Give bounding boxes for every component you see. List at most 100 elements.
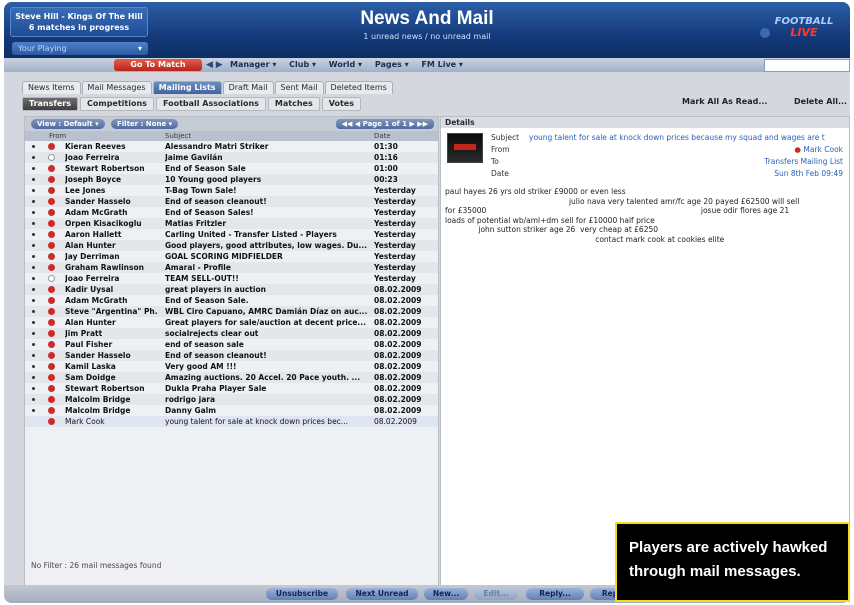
mail-subject: end of season sale [165, 340, 244, 349]
mail-subject: young talent for sale at knock down pric… [165, 417, 348, 426]
tab-mailing-lists[interactable]: Mailing Lists [152, 81, 222, 94]
details-heading: Details [441, 117, 849, 128]
page-navigator[interactable]: ◀◀ ◀ Page 1 of 1 ▶ ▶▶ [335, 119, 434, 129]
playing-dropdown[interactable]: Your Playing ▾ [12, 42, 148, 55]
sender-badge-icon [48, 297, 55, 304]
column-subject[interactable]: Subject [165, 131, 191, 141]
mail-from: Steve "Argentina" Ph... [65, 307, 157, 316]
mail-row[interactable]: Kieran Reeves Alessandro Matri Striker 01:… [25, 141, 438, 152]
tab-mail-messages[interactable]: Mail Messages [81, 81, 152, 94]
mail-row[interactable]: Graham Rawlinson Amaral - Profile Yesterda… [25, 262, 438, 273]
mail-row[interactable]: Kadir Uysal great players in auction 08.02… [25, 284, 438, 295]
tab-news-items[interactable]: News Items [22, 81, 81, 94]
mail-subject: Dukla Praha Player Sale [165, 384, 267, 393]
caption-line-1: Players are actively hawked [629, 539, 828, 556]
mail-row[interactable]: Mark Cook young talent for sale at knock … [25, 416, 438, 427]
sender-badge-icon [48, 143, 55, 150]
mail-row[interactable]: Malcolm Bridge Danny Galm 08.02.2009 [25, 405, 438, 416]
reply-button[interactable]: Reply... [526, 588, 584, 600]
tab-sent-mail[interactable]: Sent Mail [274, 81, 324, 94]
club-badge [447, 133, 483, 163]
nav-world[interactable]: World ▾ [329, 60, 362, 69]
mail-date: 08.02.2009 [374, 329, 422, 338]
subtab-votes[interactable]: Votes [321, 97, 361, 111]
tab-deleted-items[interactable]: Deleted Items [324, 81, 393, 94]
mail-row[interactable]: Stewart Robertson Dukla Praha Player Sale… [25, 383, 438, 394]
mail-row[interactable]: Joao Ferreira TEAM SELL-OUT!! Yesterday [25, 273, 438, 284]
new-button[interactable]: New... [424, 588, 468, 600]
sender-badge-icon [48, 308, 55, 315]
mail-row[interactable]: Paul Fisher end of season sale 08.02.2009 [25, 339, 438, 350]
sender-badge-icon [48, 220, 55, 227]
mail-row[interactable]: Joao Ferreira Jaime Gavilán 01:16 [25, 152, 438, 163]
sender-badge-icon [48, 264, 55, 271]
mail-date: 08.02.2009 [374, 307, 422, 316]
to-value[interactable]: Transfers Mailing List [764, 157, 843, 166]
mail-row[interactable]: Adam McGrath End of Season Sale. 08.02.200… [25, 295, 438, 306]
mail-row[interactable]: Sander Hasselo End of season cleanout! 08.… [25, 350, 438, 361]
unsubscribe-button[interactable]: Unsubscribe [266, 588, 338, 600]
mail-row[interactable]: Steve "Argentina" Ph... WBL Ciro Capuano,… [25, 306, 438, 317]
mail-from: Adam McGrath [65, 208, 128, 217]
mail-date: Yesterday [374, 252, 416, 261]
mail-row[interactable]: Stewart Robertson End of Season Sale 01:00 [25, 163, 438, 174]
mail-row[interactable]: Sam Doidge Amazing auctions. 20 Accel. 20… [25, 372, 438, 383]
mail-subject: End of Season Sales! [165, 208, 254, 217]
mail-from: Jay Derriman [65, 252, 120, 261]
filter-dropdown[interactable]: Filter : None ▾ [111, 119, 179, 129]
mail-date: 08.02.2009 [374, 406, 422, 415]
sender-badge-icon [48, 407, 55, 414]
mail-subject: Danny Galm [165, 406, 217, 415]
view-dropdown[interactable]: View : Default ▾ [31, 119, 105, 129]
mail-row[interactable]: Jim Pratt socialrejects clear out 08.02.20… [25, 328, 438, 339]
nav-pages[interactable]: Pages ▾ [375, 60, 409, 69]
caption-overlay: Players are actively hawked through mail… [615, 522, 850, 602]
manager-panel[interactable]: Steve Hill - Kings Of The Hill 6 matches… [10, 7, 148, 37]
mail-row[interactable]: Adam McGrath End of Season Sales! Yesterda… [25, 207, 438, 218]
unread-dot-icon [32, 277, 35, 280]
nav-fm-live[interactable]: FM Live ▾ [421, 60, 463, 69]
delete-all-button[interactable]: Delete All... [794, 97, 847, 106]
subtab-matches[interactable]: Matches [267, 97, 320, 111]
unread-dot-icon [32, 409, 35, 412]
forward-arrow-icon[interactable]: ▶ [216, 60, 223, 70]
subtab-transfers[interactable]: Transfers [22, 97, 78, 111]
mail-row[interactable]: Alan Hunter Good players, good attributes… [25, 240, 438, 251]
column-header: From Subject Date [25, 131, 438, 141]
mark-all-read-button[interactable]: Mark All As Read... [682, 97, 767, 106]
chevron-down-icon: ▾ [137, 44, 142, 53]
back-arrow-icon[interactable]: ◀ [206, 60, 213, 70]
next-unread-button[interactable]: Next Unread [346, 588, 418, 600]
mail-row[interactable]: Orpen Kisacikoglu Matias Fritzler Yesterda… [25, 218, 438, 229]
search-input[interactable] [764, 59, 850, 72]
mail-row[interactable]: Lee Jones T-Bag Town Sale! Yesterday [25, 185, 438, 196]
history-arrows[interactable]: ◀ ▶ [206, 58, 223, 72]
unread-dot-icon [32, 255, 35, 258]
mail-row[interactable]: Alan Hunter Great players for sale/auctio… [25, 317, 438, 328]
from-value[interactable]: ● Mark Cook [794, 145, 843, 154]
column-date[interactable]: Date [374, 131, 391, 141]
mail-date: 00:23 [374, 175, 398, 184]
mail-row[interactable]: Aaron Hallett Carling United - Transfer L… [25, 229, 438, 240]
mail-row[interactable]: Jay Derriman GOAL SCORING MIDFIELDER Yeste… [25, 251, 438, 262]
mail-row[interactable]: Kamil Laska Very good AM !!! 08.02.2009 [25, 361, 438, 372]
edit-button[interactable]: Edit... [474, 588, 518, 600]
nav-club[interactable]: Club ▾ [289, 60, 316, 69]
mail-row[interactable]: Sander Hasselo End of season cleanout! Yes… [25, 196, 438, 207]
sender-badge-icon [48, 363, 55, 370]
column-from[interactable]: From [49, 131, 66, 141]
mail-subject: Carling United - Transfer Listed - Playe… [165, 230, 337, 239]
mail-date: 01:16 [374, 153, 398, 162]
tab-draft-mail[interactable]: Draft Mail [222, 81, 274, 94]
message-line: paul hayes 26 yrs old striker £9000 or e… [445, 187, 626, 196]
mail-row[interactable]: Malcolm Bridge rodrigo jara 08.02.2009 [25, 394, 438, 405]
subtab-competitions[interactable]: Competitions [80, 97, 154, 111]
go-to-match-button[interactable]: Go To Match [114, 59, 202, 71]
mail-row[interactable]: Joseph Boyce 10 Young good players 00:23 [25, 174, 438, 185]
mail-from: Stewart Robertson [65, 384, 145, 393]
mail-date: 08.02.2009 [374, 395, 422, 404]
sender-badge-icon [48, 209, 55, 216]
sender-badge-icon [48, 352, 55, 359]
subtab-football-associations[interactable]: Football Associations [155, 97, 266, 111]
nav-manager[interactable]: Manager ▾ [230, 60, 276, 69]
